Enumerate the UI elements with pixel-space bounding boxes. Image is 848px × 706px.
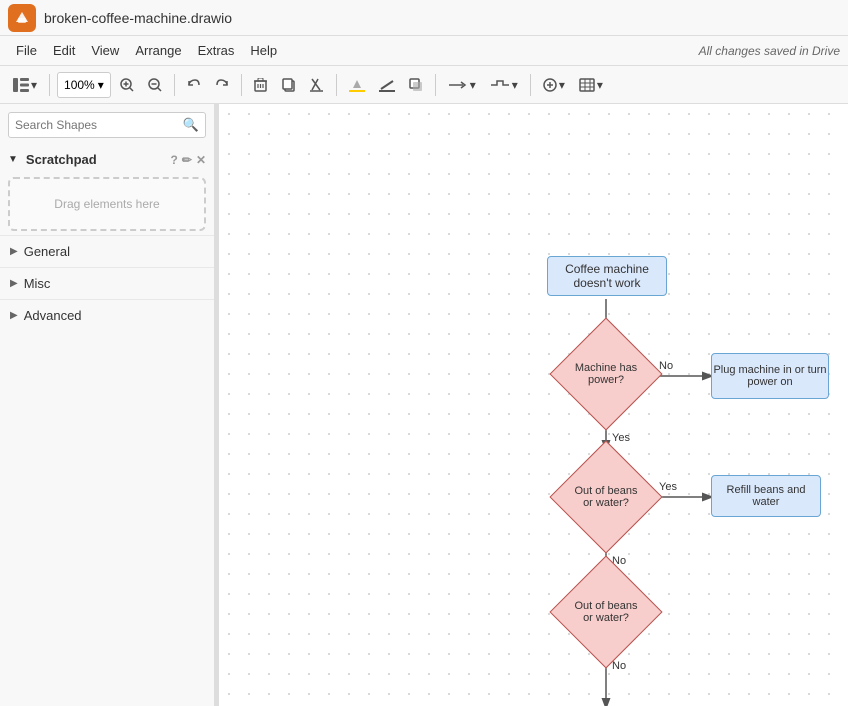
menu-help[interactable]: Help <box>242 40 285 61</box>
zoom-control[interactable]: 100% ▾ <box>57 72 111 98</box>
zoom-in-button[interactable] <box>115 72 139 98</box>
separator-3 <box>241 74 242 96</box>
connector-style-button[interactable]: ▾ <box>443 72 481 98</box>
scratchpad-drop-zone: Drag elements here <box>8 177 206 231</box>
general-chevron: ▶ <box>10 246 18 257</box>
sidebar-section-general[interactable]: ▶ General <box>0 235 214 267</box>
node-start[interactable]: Coffee machine doesn't work <box>547 256 667 296</box>
sidebar-section-advanced[interactable]: ▶ Advanced <box>0 299 214 331</box>
svg-text:No: No <box>612 660 626 672</box>
svg-text:Yes: Yes <box>659 481 677 493</box>
menu-extras[interactable]: Extras <box>190 40 243 61</box>
copy-button[interactable] <box>277 72 301 98</box>
undo-button[interactable] <box>182 72 206 98</box>
search-input[interactable] <box>15 118 179 132</box>
shadow-button[interactable] <box>404 72 428 98</box>
node-plug[interactable]: Plug machine in or turn power on <box>711 353 829 399</box>
search-shapes-container: 🔍 <box>8 112 206 138</box>
scratchpad-actions: ? ✏ ✕ <box>171 153 206 167</box>
node-plug-label: Plug machine in or turn power on <box>712 364 828 388</box>
redo-button[interactable] <box>210 72 234 98</box>
sidebar-section-misc[interactable]: ▶ Misc <box>0 267 214 299</box>
separator-6 <box>530 74 531 96</box>
node-refill[interactable]: Refill beans and water <box>711 475 821 517</box>
delete-button[interactable] <box>249 72 273 98</box>
svg-text:No: No <box>659 360 673 372</box>
node-d3-label: Out of beans or water? <box>571 600 641 624</box>
titlebar: broken-coffee-machine.drawio <box>0 0 848 36</box>
svg-text:Yes: Yes <box>612 432 630 444</box>
scratchpad-label: Scratchpad <box>26 152 97 167</box>
zoom-out-button[interactable] <box>143 72 167 98</box>
node-refill-label: Refill beans and water <box>712 484 820 508</box>
scratchpad-close[interactable]: ✕ <box>196 153 206 167</box>
separator-2 <box>174 74 175 96</box>
search-icon: 🔍 <box>183 117 199 133</box>
sidebar-section-advanced-label: Advanced <box>24 308 82 323</box>
table-button[interactable]: ▾ <box>574 72 608 98</box>
saved-status: All changes saved in Drive <box>699 44 840 58</box>
node-d1[interactable]: Machine has power? <box>566 334 646 414</box>
sidebar: 🔍 ▼ Scratchpad ? ✏ ✕ Drag elements here … <box>0 104 215 706</box>
separator-1 <box>49 74 50 96</box>
menu-view[interactable]: View <box>83 40 127 61</box>
separator-5 <box>435 74 436 96</box>
toggle-panel-button[interactable]: ▾ <box>8 72 42 98</box>
menu-file[interactable]: File <box>8 40 45 61</box>
separator-4 <box>336 74 337 96</box>
advanced-chevron: ▶ <box>10 310 18 321</box>
toolbar: ▾ 100% ▾ ▾ ▾ <box>0 66 848 104</box>
scratchpad-edit[interactable]: ✏ <box>182 153 192 167</box>
scratchpad-help[interactable]: ? <box>171 153 178 167</box>
title-text: broken-coffee-machine.drawio <box>44 10 232 26</box>
zoom-level: 100% <box>64 78 95 92</box>
app-logo <box>8 4 36 32</box>
misc-chevron: ▶ <box>10 278 18 289</box>
fill-color-button[interactable] <box>344 72 370 98</box>
scratchpad-chevron: ▼ <box>8 154 18 165</box>
scratchpad-header: ▼ Scratchpad ? ✏ ✕ <box>0 146 214 173</box>
diagram-svg: No Yes Yes No No <box>219 104 848 706</box>
menu-edit[interactable]: Edit <box>45 40 83 61</box>
menubar: File Edit View Arrange Extras Help All c… <box>0 36 848 66</box>
waypoint-style-button[interactable]: ▾ <box>485 72 523 98</box>
node-start-label: Coffee machine doesn't work <box>548 262 666 290</box>
sidebar-section-misc-label: Misc <box>24 276 51 291</box>
node-d2[interactable]: Out of beans or water? <box>566 457 646 537</box>
node-d3[interactable]: Out of beans or water? <box>566 572 646 652</box>
scratchpad-drop-label: Drag elements here <box>54 197 159 211</box>
diagram-canvas[interactable]: No Yes Yes No No Coffee machine doesn't … <box>219 104 848 706</box>
sidebar-section-general-label: General <box>24 244 70 259</box>
menu-arrange[interactable]: Arrange <box>127 40 189 61</box>
main-area: 🔍 ▼ Scratchpad ? ✏ ✕ Drag elements here … <box>0 104 848 706</box>
node-d2-label: Out of beans or water? <box>571 485 641 509</box>
cut-button[interactable] <box>305 72 329 98</box>
insert-button[interactable]: ▾ <box>538 72 570 98</box>
line-color-button[interactable] <box>374 72 400 98</box>
node-d1-label: Machine has power? <box>571 362 641 386</box>
